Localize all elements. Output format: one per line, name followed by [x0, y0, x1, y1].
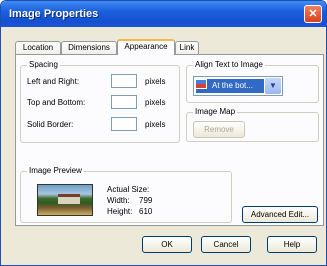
left-right-unit: pixels: [145, 77, 166, 86]
top-bottom-input[interactable]: [111, 95, 137, 109]
tab-appearance[interactable]: Appearance: [117, 39, 175, 55]
image-preview-group: Image Preview Actual Size: Width: 799 He…: [20, 166, 232, 223]
align-selected-text: At the bot...: [212, 81, 253, 90]
left-right-label: Left and Right:: [27, 77, 80, 86]
solid-border-input[interactable]: [111, 117, 137, 131]
align-text-select[interactable]: At the bot... ▼: [193, 76, 283, 96]
image-map-group-title: Image Map: [193, 107, 238, 116]
tab-location[interactable]: Location: [15, 41, 61, 54]
solid-border-label: Solid Border:: [27, 120, 74, 129]
align-text-group: Align Text to Image At the bot... ▼: [186, 60, 319, 103]
top-bottom-label: Top and Bottom:: [27, 98, 86, 107]
help-button[interactable]: Help: [267, 236, 317, 253]
window-title: Image Properties: [9, 8, 99, 20]
title-bar[interactable]: Image Properties ✕: [1, 1, 326, 27]
image-properties-dialog: Image Properties ✕ Location Dimensions A…: [0, 0, 327, 266]
height-value: 610: [139, 207, 153, 216]
close-button[interactable]: ✕: [304, 5, 322, 23]
actual-size-label: Actual Size:: [107, 185, 150, 194]
ok-button[interactable]: OK: [142, 236, 192, 253]
chevron-down-icon[interactable]: ▼: [265, 78, 281, 94]
image-align-icon: [195, 79, 207, 89]
spacing-group-title: Spacing: [27, 60, 60, 69]
align-text-group-title: Align Text to Image: [193, 60, 265, 69]
solid-border-unit: pixels: [145, 120, 166, 129]
width-label: Width:: [107, 196, 130, 205]
appearance-panel: Spacing Left and Right: pixels Top and B…: [15, 54, 324, 226]
image-preview-thumbnail: [37, 184, 93, 216]
left-right-input[interactable]: [111, 74, 137, 88]
tab-link[interactable]: Link: [175, 41, 199, 54]
top-bottom-unit: pixels: [145, 98, 166, 107]
height-label: Height:: [107, 207, 133, 216]
image-map-group: Image Map Remove: [186, 107, 319, 142]
width-value: 799: [139, 196, 153, 205]
thumbnail-house: [58, 194, 80, 204]
spacing-group: Spacing Left and Right: pixels Top and B…: [20, 60, 180, 143]
image-preview-group-title: Image Preview: [27, 166, 84, 175]
advanced-edit-button[interactable]: Advanced Edit...: [242, 206, 318, 223]
cancel-button[interactable]: Cancel: [201, 236, 251, 253]
remove-button[interactable]: Remove: [193, 121, 245, 138]
tab-dimensions[interactable]: Dimensions: [61, 41, 117, 54]
